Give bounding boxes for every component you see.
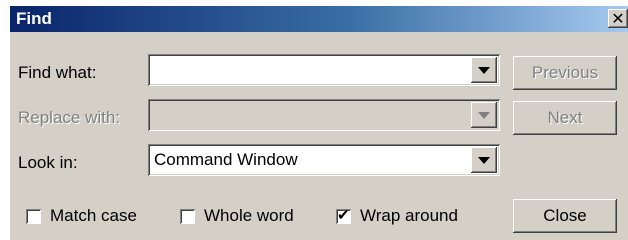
replace-with-dropdown-button[interactable] <box>471 102 497 128</box>
match-case-label[interactable]: Match case <box>50 206 137 226</box>
dialog-body: Find what: Previous Replace with: Next L… <box>10 32 628 240</box>
find-what-combo[interactable] <box>148 54 500 86</box>
find-dialog: Find ✕ Find what: Previous Replace with:… <box>0 0 628 240</box>
find-what-label: Find what: <box>18 63 97 82</box>
look-in-label: Look in: <box>18 153 78 172</box>
look-in-combo[interactable]: Command Window <box>148 144 500 176</box>
match-case-checkbox[interactable] <box>26 209 41 224</box>
previous-button[interactable]: Previous <box>513 56 617 90</box>
window-title: Find <box>16 9 52 28</box>
chevron-down-icon <box>478 67 490 74</box>
close-button[interactable]: Close <box>513 199 617 233</box>
whole-word-label[interactable]: Whole word <box>204 206 294 226</box>
whole-word-checkbox[interactable] <box>180 209 195 224</box>
replace-with-label: Replace with: <box>18 108 121 127</box>
chevron-down-icon <box>478 157 490 164</box>
replace-with-combo[interactable] <box>148 99 500 131</box>
chevron-down-icon <box>478 112 490 119</box>
next-button[interactable]: Next <box>513 101 617 135</box>
close-icon[interactable]: ✕ <box>608 9 628 28</box>
wrap-around-checkbox[interactable]: ✔ <box>336 206 351 224</box>
look-in-value[interactable]: Command Window <box>154 150 298 170</box>
look-in-dropdown-button[interactable] <box>471 147 497 173</box>
wrap-around-label[interactable]: Wrap around <box>360 206 458 226</box>
title-bar[interactable]: Find ✕ <box>10 6 628 32</box>
checkmark-icon: ✔ <box>337 206 350 224</box>
find-what-dropdown-button[interactable] <box>471 57 497 83</box>
